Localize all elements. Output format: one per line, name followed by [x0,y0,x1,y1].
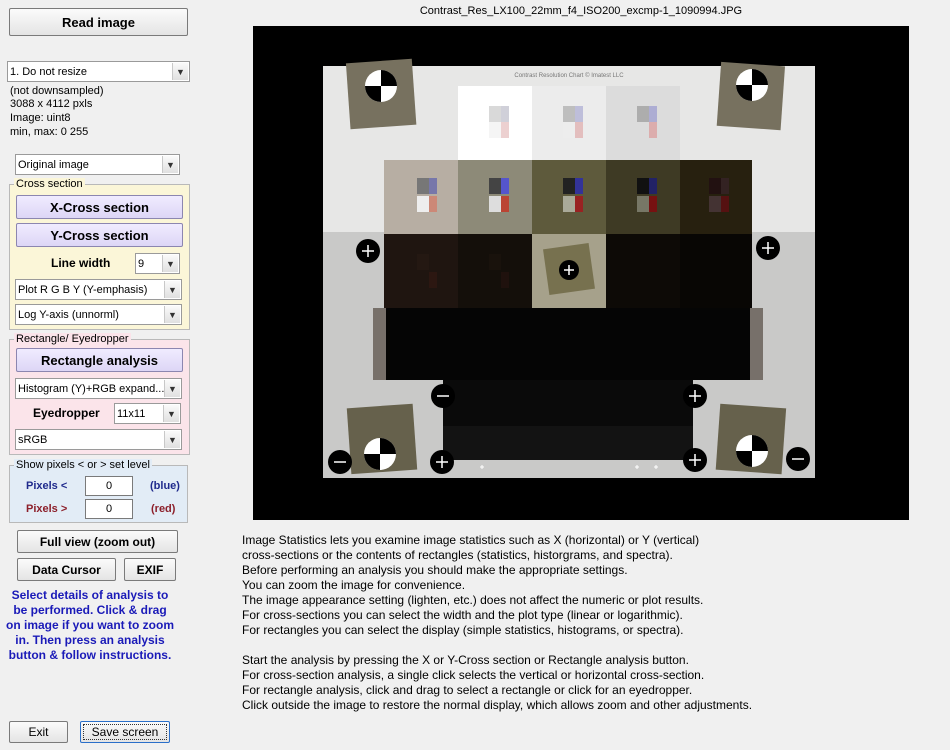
chevron-down-icon: ▼ [164,306,180,323]
x-cross-section-button[interactable]: X-Cross section [16,195,183,219]
pixels-greater-input[interactable]: 0 [85,499,133,519]
minus-marker-icon [786,447,810,471]
rectangle-title: Rectangle/ Eyedropper [14,333,131,345]
description-line: For rectangles you can select the displa… [242,623,684,637]
eyedropper-label: Eyedropper [33,406,100,420]
description-line: The image appearance setting (lighten, e… [242,593,704,607]
colorspace-value: sRGB [18,433,48,446]
description-line: Click outside the image to restore the n… [242,698,753,712]
chevron-down-icon: ▼ [162,156,178,173]
patch-r3-2 [458,234,532,308]
plus-marker-icon [356,239,380,263]
chevron-down-icon: ▼ [164,431,180,448]
save-screen-button[interactable]: Save screen [80,721,170,743]
chevron-down-icon: ▼ [164,281,180,298]
registration-target-icon [736,69,768,101]
display-select[interactable]: Original image ▼ [15,154,180,175]
rectangle-display-select[interactable]: Histogram (Y)+RGB expand... ▼ [15,378,182,399]
patch-r3-1 [384,234,458,308]
pixels-less-label: Pixels < [26,480,68,492]
pixels-title: Show pixels < or > set level [14,459,152,471]
plot-type-value: Plot R G B Y (Y-emphasis) [18,283,148,296]
description-line: For cross-section analysis, a single cli… [242,668,705,682]
plus-marker-icon [430,450,454,474]
description-line: cross-sections or the contents of rectan… [242,548,673,562]
description-text: Image Statistics lets you examine image … [242,533,942,713]
plus-marker-icon [683,384,707,408]
line-width-select[interactable]: 9 ▼ [135,253,180,274]
full-view-button[interactable]: Full view (zoom out) [17,530,178,553]
exif-button[interactable]: EXIF [124,558,176,581]
pixels-less-color: (blue) [150,480,180,492]
line-width-value: 9 [138,257,145,270]
image-info-size: 3088 x 4112 pxls [10,98,93,110]
data-cursor-button[interactable]: Data Cursor [17,558,116,581]
image-info-minmax: min, max: 0 255 [10,126,89,138]
chevron-down-icon: ▼ [163,405,179,422]
rectangle-analysis-button[interactable]: Rectangle analysis [16,348,183,372]
image-info-type: Image: uint8 [10,112,71,124]
plus-marker-icon [683,448,707,472]
minus-marker-icon [328,450,352,474]
line-width-label: Line width [51,256,111,270]
registration-target-icon [736,435,768,467]
registration-target-icon [364,438,396,470]
chart-header-text: Contrast Resolution Chart © Imatest LLC [514,72,624,79]
display-select-value: Original image [18,158,89,171]
pixels-greater-label: Pixels > [26,503,68,515]
registration-target-icon [365,70,397,102]
resize-select-value: 1. Do not resize [10,65,88,78]
plot-type-select[interactable]: Plot R G B Y (Y-emphasis) ▼ [15,279,182,300]
chevron-down-icon: ▼ [164,380,180,397]
y-axis-select[interactable]: Log Y-axis (unnorml) ▼ [15,304,182,325]
read-image-button[interactable]: Read image [9,8,188,36]
description-line: For cross-sections you can select the wi… [242,608,683,622]
description-line [242,638,942,653]
chart-photo: Contrast Resolution Chart © Imatest LLC [323,58,815,478]
pixels-greater-color: (red) [151,503,176,515]
description-line: You can zoom the image for convenience. [242,578,466,592]
exit-button[interactable]: Exit [9,721,68,743]
description-line: Before performing an analysis you should… [242,563,628,577]
image-title: Contrast_Res_LX100_22mm_f4_ISO200_excmp-… [419,5,743,17]
patch-r3-4 [606,234,680,308]
analysis-instructions: Select details of analysis to be perform… [6,588,174,662]
chevron-down-icon: ▼ [162,255,178,272]
y-cross-section-button[interactable]: Y-Cross section [16,223,183,247]
minus-marker-icon [431,384,455,408]
description-line: Start the analysis by pressing the X or … [242,653,689,667]
cross-section-title: Cross section [14,178,85,190]
pixels-less-input[interactable]: 0 [85,476,133,496]
eyedropper-select[interactable]: 11x11 ▼ [114,403,181,424]
plus-marker-icon [756,236,780,260]
description-line: For rectangle analysis, click and drag t… [242,683,693,697]
colorspace-select[interactable]: sRGB ▼ [15,429,182,450]
y-axis-value: Log Y-axis (unnorml) [18,308,119,321]
chevron-down-icon: ▼ [172,63,188,80]
dark-block-1 [386,308,750,380]
image-info-downsample: (not downsampled) [10,85,104,97]
patch-r3-5 [680,234,752,308]
rectangle-display-value: Histogram (Y)+RGB expand... [18,382,165,395]
image-canvas[interactable]: Contrast Resolution Chart © Imatest LLC [253,26,909,520]
plus-marker-icon [559,260,579,280]
description-line: Image Statistics lets you examine image … [242,533,700,547]
resize-select[interactable]: 1. Do not resize ▼ [7,61,190,82]
eyedropper-value: 11x11 [117,407,146,420]
